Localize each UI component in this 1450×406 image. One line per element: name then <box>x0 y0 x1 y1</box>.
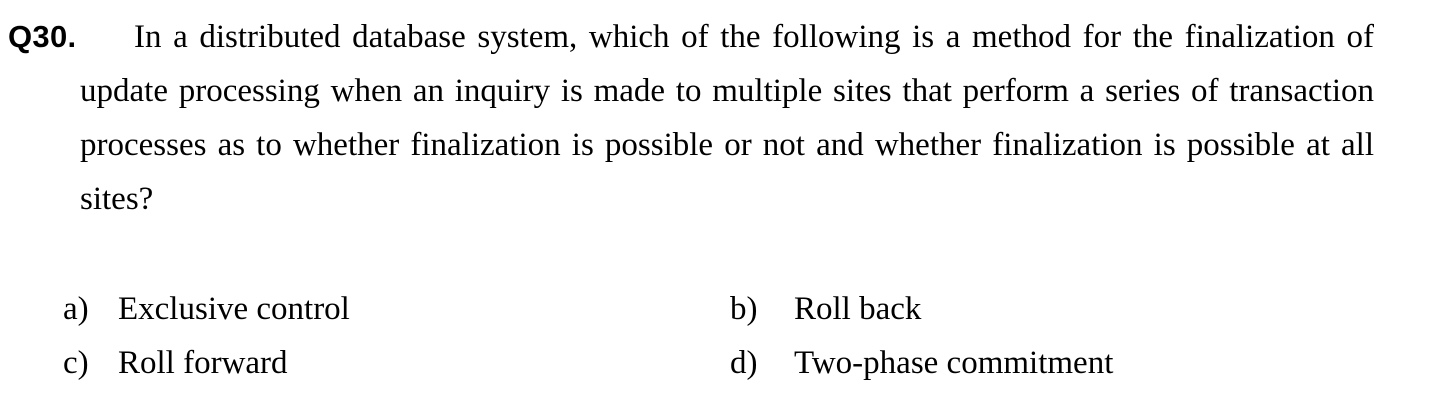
question-text: In a distributed database system, which … <box>80 19 1374 217</box>
option-text: Roll forward <box>118 345 288 381</box>
question-number: Q30. <box>8 19 77 54</box>
option-letter: a) <box>63 291 89 327</box>
option-text: Roll back <box>794 291 922 327</box>
option-text: Two-phase commitment <box>794 345 1114 381</box>
option-text: Exclusive control <box>118 291 350 327</box>
option-letter: c) <box>63 345 89 381</box>
option-letter: d) <box>730 345 758 381</box>
option-letter: b) <box>730 291 758 327</box>
